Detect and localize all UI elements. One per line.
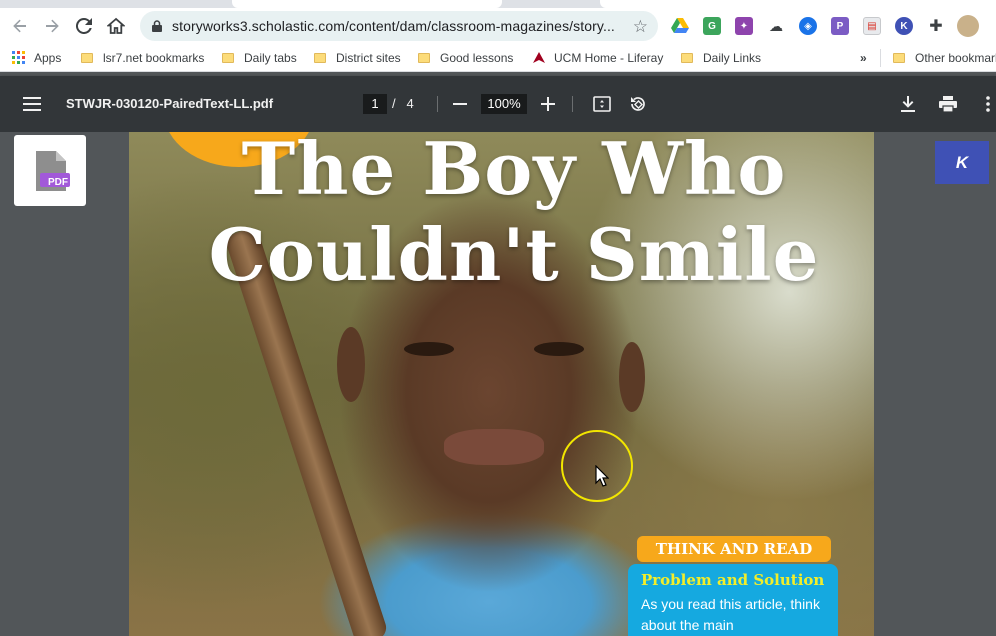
rotate-icon <box>631 97 645 111</box>
zoom-out-button[interactable] <box>448 92 472 116</box>
pdf-badge-label: PDF <box>48 177 68 188</box>
pdf-page: The Boy Who Couldn't Smile THINK AND REA… <box>129 132 874 636</box>
pdf-thumbnail[interactable]: PDF <box>14 135 86 206</box>
forward-arrow-icon <box>46 19 59 33</box>
back-button[interactable] <box>6 12 34 40</box>
article-title-line-2: Couldn't Smile <box>208 212 820 297</box>
bookmark-label: Daily tabs <box>244 51 297 65</box>
home-button[interactable] <box>102 12 130 40</box>
bookmark-label: District sites <box>336 51 401 65</box>
divider <box>437 96 438 112</box>
bookmark-label: UCM Home - Liferay <box>554 51 664 65</box>
ucm-logo-icon <box>533 52 545 63</box>
folder-icon <box>893 53 905 63</box>
k-label: K <box>955 152 969 172</box>
fit-page-icon <box>593 96 611 112</box>
zoom-in-button[interactable] <box>536 92 560 116</box>
profile-avatar[interactable] <box>957 15 979 37</box>
cloud-icon[interactable]: ☁ <box>767 17 785 35</box>
print-button[interactable] <box>936 92 960 116</box>
menu-button[interactable] <box>20 92 44 116</box>
extensions-icon[interactable]: ✚ <box>927 17 945 35</box>
article-title-line-1: The Boy Who <box>241 132 787 211</box>
pdf-filename: STWJR-030120-PairedText-LL.pdf <box>66 96 274 111</box>
photo-detail <box>619 342 645 412</box>
apps-label: Apps <box>34 51 62 65</box>
url-text: storyworks3.scholastic.com/content/dam/c… <box>172 18 615 34</box>
divider <box>572 96 573 112</box>
hamburger-icon <box>23 97 41 111</box>
zoom-level-input[interactable]: 100% <box>481 94 527 114</box>
fit-to-page-button[interactable] <box>590 92 614 116</box>
tab-active[interactable] <box>232 0 502 8</box>
folder-icon <box>314 53 326 63</box>
bookmark-folder[interactable]: Daily tabs <box>222 49 297 67</box>
more-options-button[interactable] <box>976 92 996 116</box>
callout-box: Problem and Solution As you read this ar… <box>628 564 838 636</box>
address-bar[interactable]: storyworks3.scholastic.com/content/dam/c… <box>140 11 658 41</box>
download-button[interactable] <box>896 92 920 116</box>
total-pages: 4 <box>406 96 414 111</box>
apps-shortcut[interactable]: Apps <box>12 49 61 67</box>
apps-grid-icon <box>12 51 25 64</box>
bookmark-label: Other bookmarks <box>915 51 996 65</box>
bookmark-link[interactable]: UCM Home - Liferay <box>532 49 663 67</box>
bookmark-label: Good lessons <box>440 51 514 65</box>
reload-icon <box>76 18 92 34</box>
calendar-icon[interactable]: ▤ <box>863 17 881 35</box>
back-arrow-icon <box>13 19 26 33</box>
forward-button[interactable] <box>38 12 66 40</box>
reload-button[interactable] <box>70 12 98 40</box>
home-icon <box>107 17 125 34</box>
pdf-icon[interactable]: P <box>831 17 849 35</box>
photo-detail <box>534 342 584 356</box>
other-bookmarks-folder[interactable]: Other bookmarks <box>893 49 996 67</box>
callout-text: As you read this article, think about th… <box>641 596 820 633</box>
bookmark-label: lsr7.net bookmarks <box>103 51 205 65</box>
minus-icon <box>453 103 467 105</box>
g-extension-icon[interactable]: G <box>703 17 721 35</box>
folder-icon <box>222 53 234 63</box>
photo-detail <box>404 342 454 356</box>
photo-detail <box>444 429 544 465</box>
overflow-label: » <box>860 51 867 65</box>
pdf-toolbar: STWJR-030120-PairedText-LL.pdf 1 / 4 100… <box>0 76 996 132</box>
folder-icon <box>418 53 430 63</box>
pdf-viewer[interactable]: PDF The Boy Who Couldn't Smile THINK AND… <box>0 132 996 636</box>
page-separator: / <box>392 96 396 111</box>
plus-icon <box>541 97 555 111</box>
browser-toolbar: storyworks3.scholastic.com/content/dam/c… <box>0 8 996 44</box>
photo-detail <box>337 327 365 402</box>
k-extension-icon[interactable]: K <box>895 17 913 35</box>
shield-icon[interactable]: ◈ <box>799 17 817 35</box>
lock-icon <box>152 20 162 32</box>
divider <box>880 49 881 67</box>
k-extension-button[interactable]: K <box>935 141 989 184</box>
page-total: / 4 <box>392 96 414 111</box>
bookmark-folder[interactable]: Daily Links <box>681 49 761 67</box>
google-drive-icon[interactable] <box>671 17 689 35</box>
print-icon <box>939 96 957 112</box>
tab-other[interactable] <box>600 0 996 8</box>
rotate-button[interactable] <box>626 92 650 116</box>
bookmarks-bar: Apps lsr7.net bookmarks Daily tabs Distr… <box>0 44 996 72</box>
more-vert-icon <box>986 96 990 112</box>
puzzle-extension-icon[interactable]: ✦ <box>735 17 753 35</box>
tab-strip <box>0 0 996 8</box>
bookmark-folder[interactable]: lsr7.net bookmarks <box>81 49 204 67</box>
bookmark-folder[interactable]: District sites <box>314 49 401 67</box>
folder-icon <box>81 53 93 63</box>
bookmark-label: Daily Links <box>703 51 762 65</box>
think-and-read-tag: THINK AND READ <box>637 536 831 562</box>
bookmarks-overflow-button[interactable]: » <box>860 49 867 67</box>
callout-heading: Problem and Solution <box>641 571 825 589</box>
bookmark-folder[interactable]: Good lessons <box>418 49 513 67</box>
page-number-input[interactable]: 1 <box>363 94 387 114</box>
bookmark-star-icon[interactable]: ☆ <box>633 17 648 37</box>
folder-icon <box>681 53 693 63</box>
download-icon <box>901 96 915 112</box>
mouse-pointer-icon <box>595 465 609 487</box>
